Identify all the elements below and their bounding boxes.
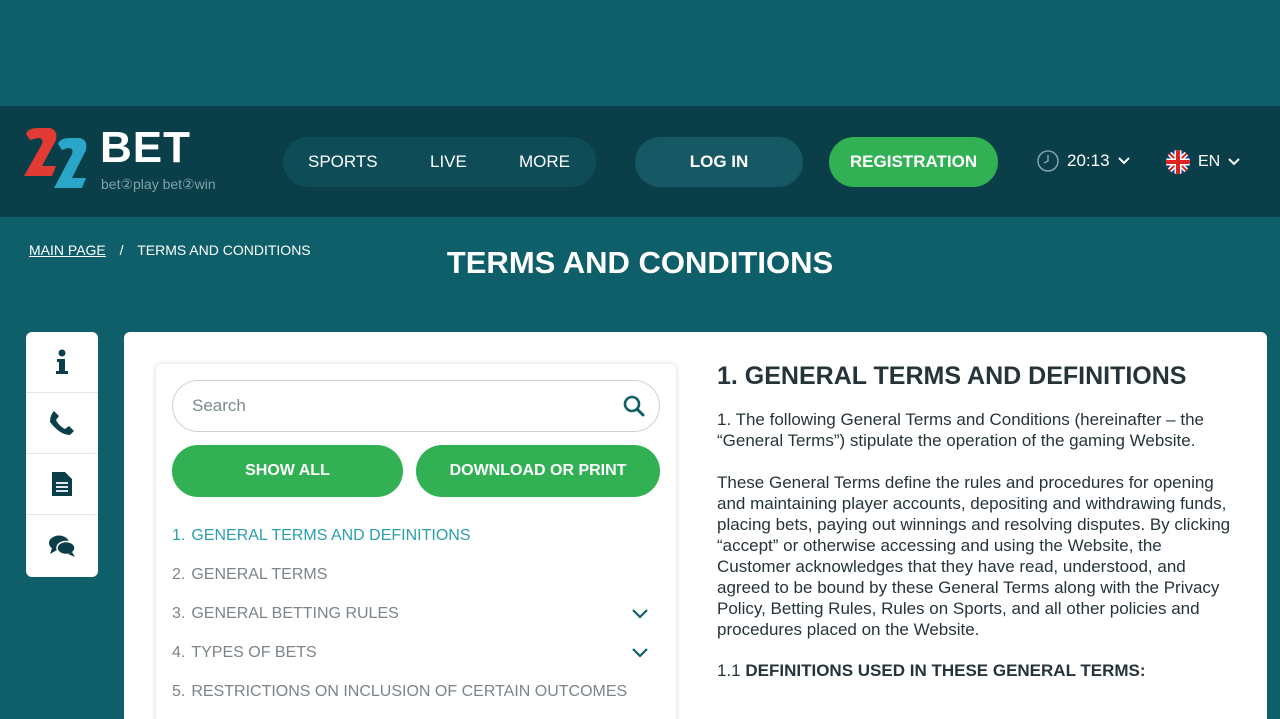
time-selector[interactable]: 20:13 — [1037, 150, 1130, 172]
nav-live[interactable]: LIVE — [430, 152, 467, 172]
definitions-heading: 1.1 DEFINITIONS USED IN THESE GENERAL TE… — [717, 661, 1237, 681]
article: 1. GENERAL TERMS AND DEFINITIONS 1. The … — [717, 362, 1237, 681]
toc-item[interactable]: 5. RESTRICTIONS ON INCLUSION OF CERTAIN O… — [172, 672, 660, 711]
toc-item-label: GENERAL BETTING RULES — [191, 604, 399, 622]
chevron-down-icon[interactable] — [632, 647, 648, 658]
side-toolbar — [26, 332, 98, 577]
content-panel: SHOW ALL DOWNLOAD OR PRINT 1. GENERAL TER… — [124, 332, 1267, 719]
uk-flag-icon — [1166, 150, 1190, 174]
definitions-title: DEFINITIONS USED IN THESE GENERAL TERMS: — [745, 661, 1146, 680]
toc-list: 1. GENERAL TERMS AND DEFINITIONS 2. GENERA… — [172, 516, 660, 711]
toc-item-label: RESTRICTIONS ON INCLUSION OF CERTAIN OUT… — [191, 682, 628, 700]
toc-item-label: GENERAL TERMS AND DEFINITIONS — [191, 526, 471, 544]
search-box — [172, 380, 660, 432]
toc-item-number: 2. — [172, 565, 186, 583]
logo-tagline: bet②play bet②win — [101, 176, 216, 192]
login-button[interactable]: LOG IN — [635, 137, 803, 187]
show-all-button[interactable]: SHOW ALL — [172, 445, 403, 497]
document-icon — [52, 472, 72, 496]
toc-item[interactable]: 4. TYPES OF BETS — [172, 633, 660, 672]
info-icon — [56, 349, 68, 374]
info-button[interactable] — [26, 332, 98, 393]
language-selector[interactable]: EN — [1166, 150, 1240, 174]
chevron-down-icon — [1228, 158, 1240, 166]
toc-item-label: TYPES OF BETS — [191, 643, 317, 661]
phone-button[interactable] — [26, 393, 98, 454]
chat-button[interactable] — [26, 515, 98, 576]
toc-item-number: 4. — [172, 643, 186, 661]
toc-item-number: 5. — [172, 682, 186, 700]
toc-item-number: 3. — [172, 604, 186, 622]
logo-brand: BET — [100, 123, 191, 172]
logo[interactable]: BET bet②play bet②win — [22, 126, 252, 196]
search-icon[interactable] — [623, 395, 645, 417]
nav-sports[interactable]: SPORTS — [308, 152, 378, 172]
toc-item-label: GENERAL TERMS — [191, 565, 328, 583]
document-button[interactable] — [26, 454, 98, 515]
registration-button[interactable]: REGISTRATION — [829, 137, 998, 187]
toc-item-number: 1. — [172, 526, 186, 544]
logo-22-mark — [24, 128, 87, 188]
article-heading: 1. GENERAL TERMS AND DEFINITIONS — [717, 362, 1187, 390]
time-value: 20:13 — [1067, 151, 1110, 170]
search-input[interactable] — [192, 396, 612, 416]
download-print-button[interactable]: DOWNLOAD OR PRINT — [416, 445, 660, 497]
nav-more[interactable]: MORE — [519, 152, 570, 172]
definitions-number: 1.1 — [717, 661, 741, 680]
phone-icon — [50, 411, 74, 435]
toc-card: SHOW ALL DOWNLOAD OR PRINT 1. GENERAL TER… — [156, 364, 676, 719]
clock-icon — [1037, 150, 1059, 172]
main-nav: SPORTS LIVE MORE — [283, 137, 596, 187]
top-banner — [0, 0, 1280, 106]
article-paragraph: These General Terms define the rules and… — [717, 473, 1231, 639]
chat-icon — [49, 535, 76, 557]
article-paragraph: 1. The following General Terms and Condi… — [717, 410, 1204, 450]
toc-item[interactable]: 1. GENERAL TERMS AND DEFINITIONS — [172, 516, 660, 555]
chevron-down-icon — [1117, 157, 1130, 165]
toc-item[interactable]: 2. GENERAL TERMS — [172, 555, 660, 594]
page-title: TERMS AND CONDITIONS — [446, 245, 834, 280]
chevron-down-icon[interactable] — [632, 608, 648, 619]
toc-item[interactable]: 3. GENERAL BETTING RULES — [172, 594, 660, 633]
language-value: EN — [1198, 153, 1221, 170]
